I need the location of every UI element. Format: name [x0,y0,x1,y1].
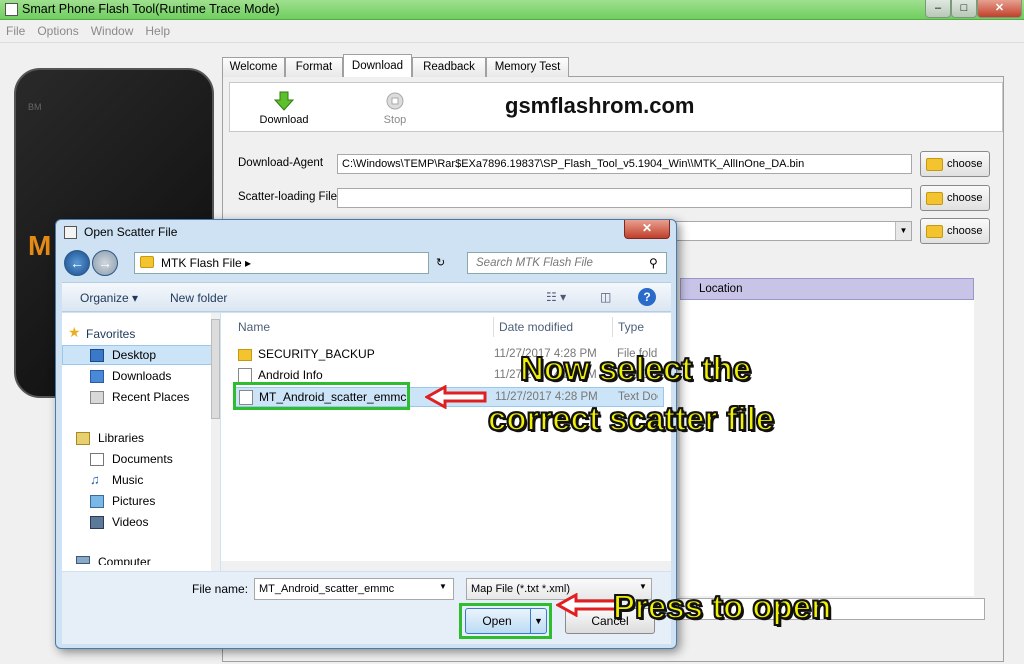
menu-window[interactable]: Window [85,21,140,38]
dialog-app-icon [64,226,77,239]
annotation-select-line2: correct scatter file [487,399,775,438]
maximize-button[interactable]: □ [951,0,977,18]
nav-desktop[interactable]: Desktop [112,348,156,362]
nav-libraries[interactable]: Libraries [98,431,144,445]
help-icon[interactable]: ? [638,288,656,306]
phone-logo: M [28,230,52,261]
nav-videos[interactable]: Videos [112,515,148,529]
partition-table [680,300,974,596]
menu-options[interactable]: Options [31,21,84,38]
nav-downloads[interactable]: Downloads [112,369,171,383]
tab-download[interactable]: Download [343,54,412,77]
navigation-pane: ★ Favorites Desktop Downloads Recent Pla… [62,313,220,571]
chevron-down-icon[interactable]: ▼ [439,582,447,591]
column-date-modified[interactable]: Date modified [499,320,573,334]
view-options-icon[interactable]: ☷ ▾ [546,290,566,304]
dialog-title: Open Scatter File [84,225,178,239]
chevron-down-icon[interactable]: ▼ [895,222,911,240]
back-button[interactable]: ← [64,250,90,276]
preview-pane-icon[interactable]: ◫ [600,290,611,304]
recent-places-icon [90,391,104,404]
scatter-file-label: Scatter-loading File [238,191,338,203]
dialog-close-button[interactable]: ✕ [624,220,670,239]
nav-documents[interactable]: Documents [112,452,173,466]
watermark-text: gsmflashrom.com [505,93,695,118]
forward-button[interactable]: → [92,250,118,276]
close-button[interactable]: ✕ [977,0,1022,18]
file-highlight-box [233,382,410,410]
address-path[interactable]: MTK Flash File [161,256,242,270]
organize-button[interactable]: Organize ▾ [80,291,138,305]
downloads-icon [90,370,104,383]
column-type[interactable]: Type [618,320,644,334]
download-label: Download [259,114,309,126]
red-arrow-icon [425,385,487,409]
annotation-select-line1: Now select the [519,349,752,388]
minimize-button[interactable]: – [925,0,951,18]
folder-icon [926,158,943,171]
nav-computer[interactable]: Computer [98,555,151,565]
refresh-icon[interactable]: ↻ [436,256,445,269]
computer-icon [76,556,90,564]
folder-icon [238,349,252,361]
text-document-icon [238,368,252,383]
scatter-file-field[interactable] [337,188,912,208]
filename-label: File name: [192,582,249,596]
download-agent-label: Download-Agent [238,157,324,169]
download-arrow-icon [273,91,295,111]
folder-icon [926,192,943,205]
music-icon: ♫ [90,472,100,487]
desktop-icon [90,349,104,362]
horizontal-scrollbar[interactable] [221,561,671,571]
open-button[interactable]: Open ▼ [465,608,547,634]
phone-brand-text: BM [28,102,42,112]
download-agent-field[interactable]: C:\Windows\TEMP\Rar$EXa7896.19837\SP_Fla… [337,154,912,174]
videos-icon [90,516,104,529]
nav-music[interactable]: Music [112,473,143,487]
nav-favorites[interactable]: Favorites [86,327,135,341]
search-input[interactable]: Search MTK Flash File [467,252,667,274]
new-folder-button[interactable]: New folder [170,291,227,305]
star-icon: ★ [68,324,81,340]
choose-agent-button[interactable]: choose [920,151,990,177]
tab-readback[interactable]: Readback [412,57,486,77]
menu-file[interactable]: File [0,21,31,38]
choose-scatter-button[interactable]: choose [920,185,990,211]
tab-memory-test[interactable]: Memory Test [486,57,569,77]
stop-label: Stop [383,114,407,126]
choose-auth-button[interactable]: choose [920,218,990,244]
folder-icon [926,225,943,238]
app-icon [5,3,18,16]
title-bar: Smart Phone Flash Tool(Runtime Trace Mod… [0,0,1024,20]
column-name[interactable]: Name [238,320,270,334]
annotation-press-open: Press to open [612,587,832,626]
nav-recent-places[interactable]: Recent Places [112,390,189,404]
libraries-icon [76,432,90,445]
folder-icon [140,256,154,268]
nav-scrollbar[interactable] [211,313,220,571]
file-name: SECURITY_BACKUP [258,347,375,361]
scroll-thumb[interactable] [211,319,220,419]
stop-button[interactable]: Stop [372,91,418,126]
stop-icon [386,92,404,110]
pictures-icon [90,495,104,508]
documents-icon [90,453,104,466]
download-button[interactable]: Download [252,91,316,126]
red-arrow-icon [556,593,618,617]
nav-pictures[interactable]: Pictures [112,494,155,508]
location-column-header[interactable]: Location [680,278,974,300]
open-dropdown-arrow[interactable]: ▼ [530,609,546,633]
menu-help[interactable]: Help [139,21,176,38]
filename-input[interactable]: MT_Android_scatter_emmc [254,578,454,600]
file-name: Android Info [258,368,323,382]
address-bar[interactable]: MTK Flash File ▸ [134,252,429,274]
command-bar: Organize ▾ New folder ☷ ▾ ◫ ? [62,282,671,312]
search-icon[interactable]: ⚲ [649,256,658,270]
menu-bar: File Options Window Help [0,21,1024,43]
tab-welcome[interactable]: Welcome [222,57,285,77]
window-title: Smart Phone Flash Tool(Runtime Trace Mod… [22,2,280,16]
tab-format[interactable]: Format [285,57,343,77]
